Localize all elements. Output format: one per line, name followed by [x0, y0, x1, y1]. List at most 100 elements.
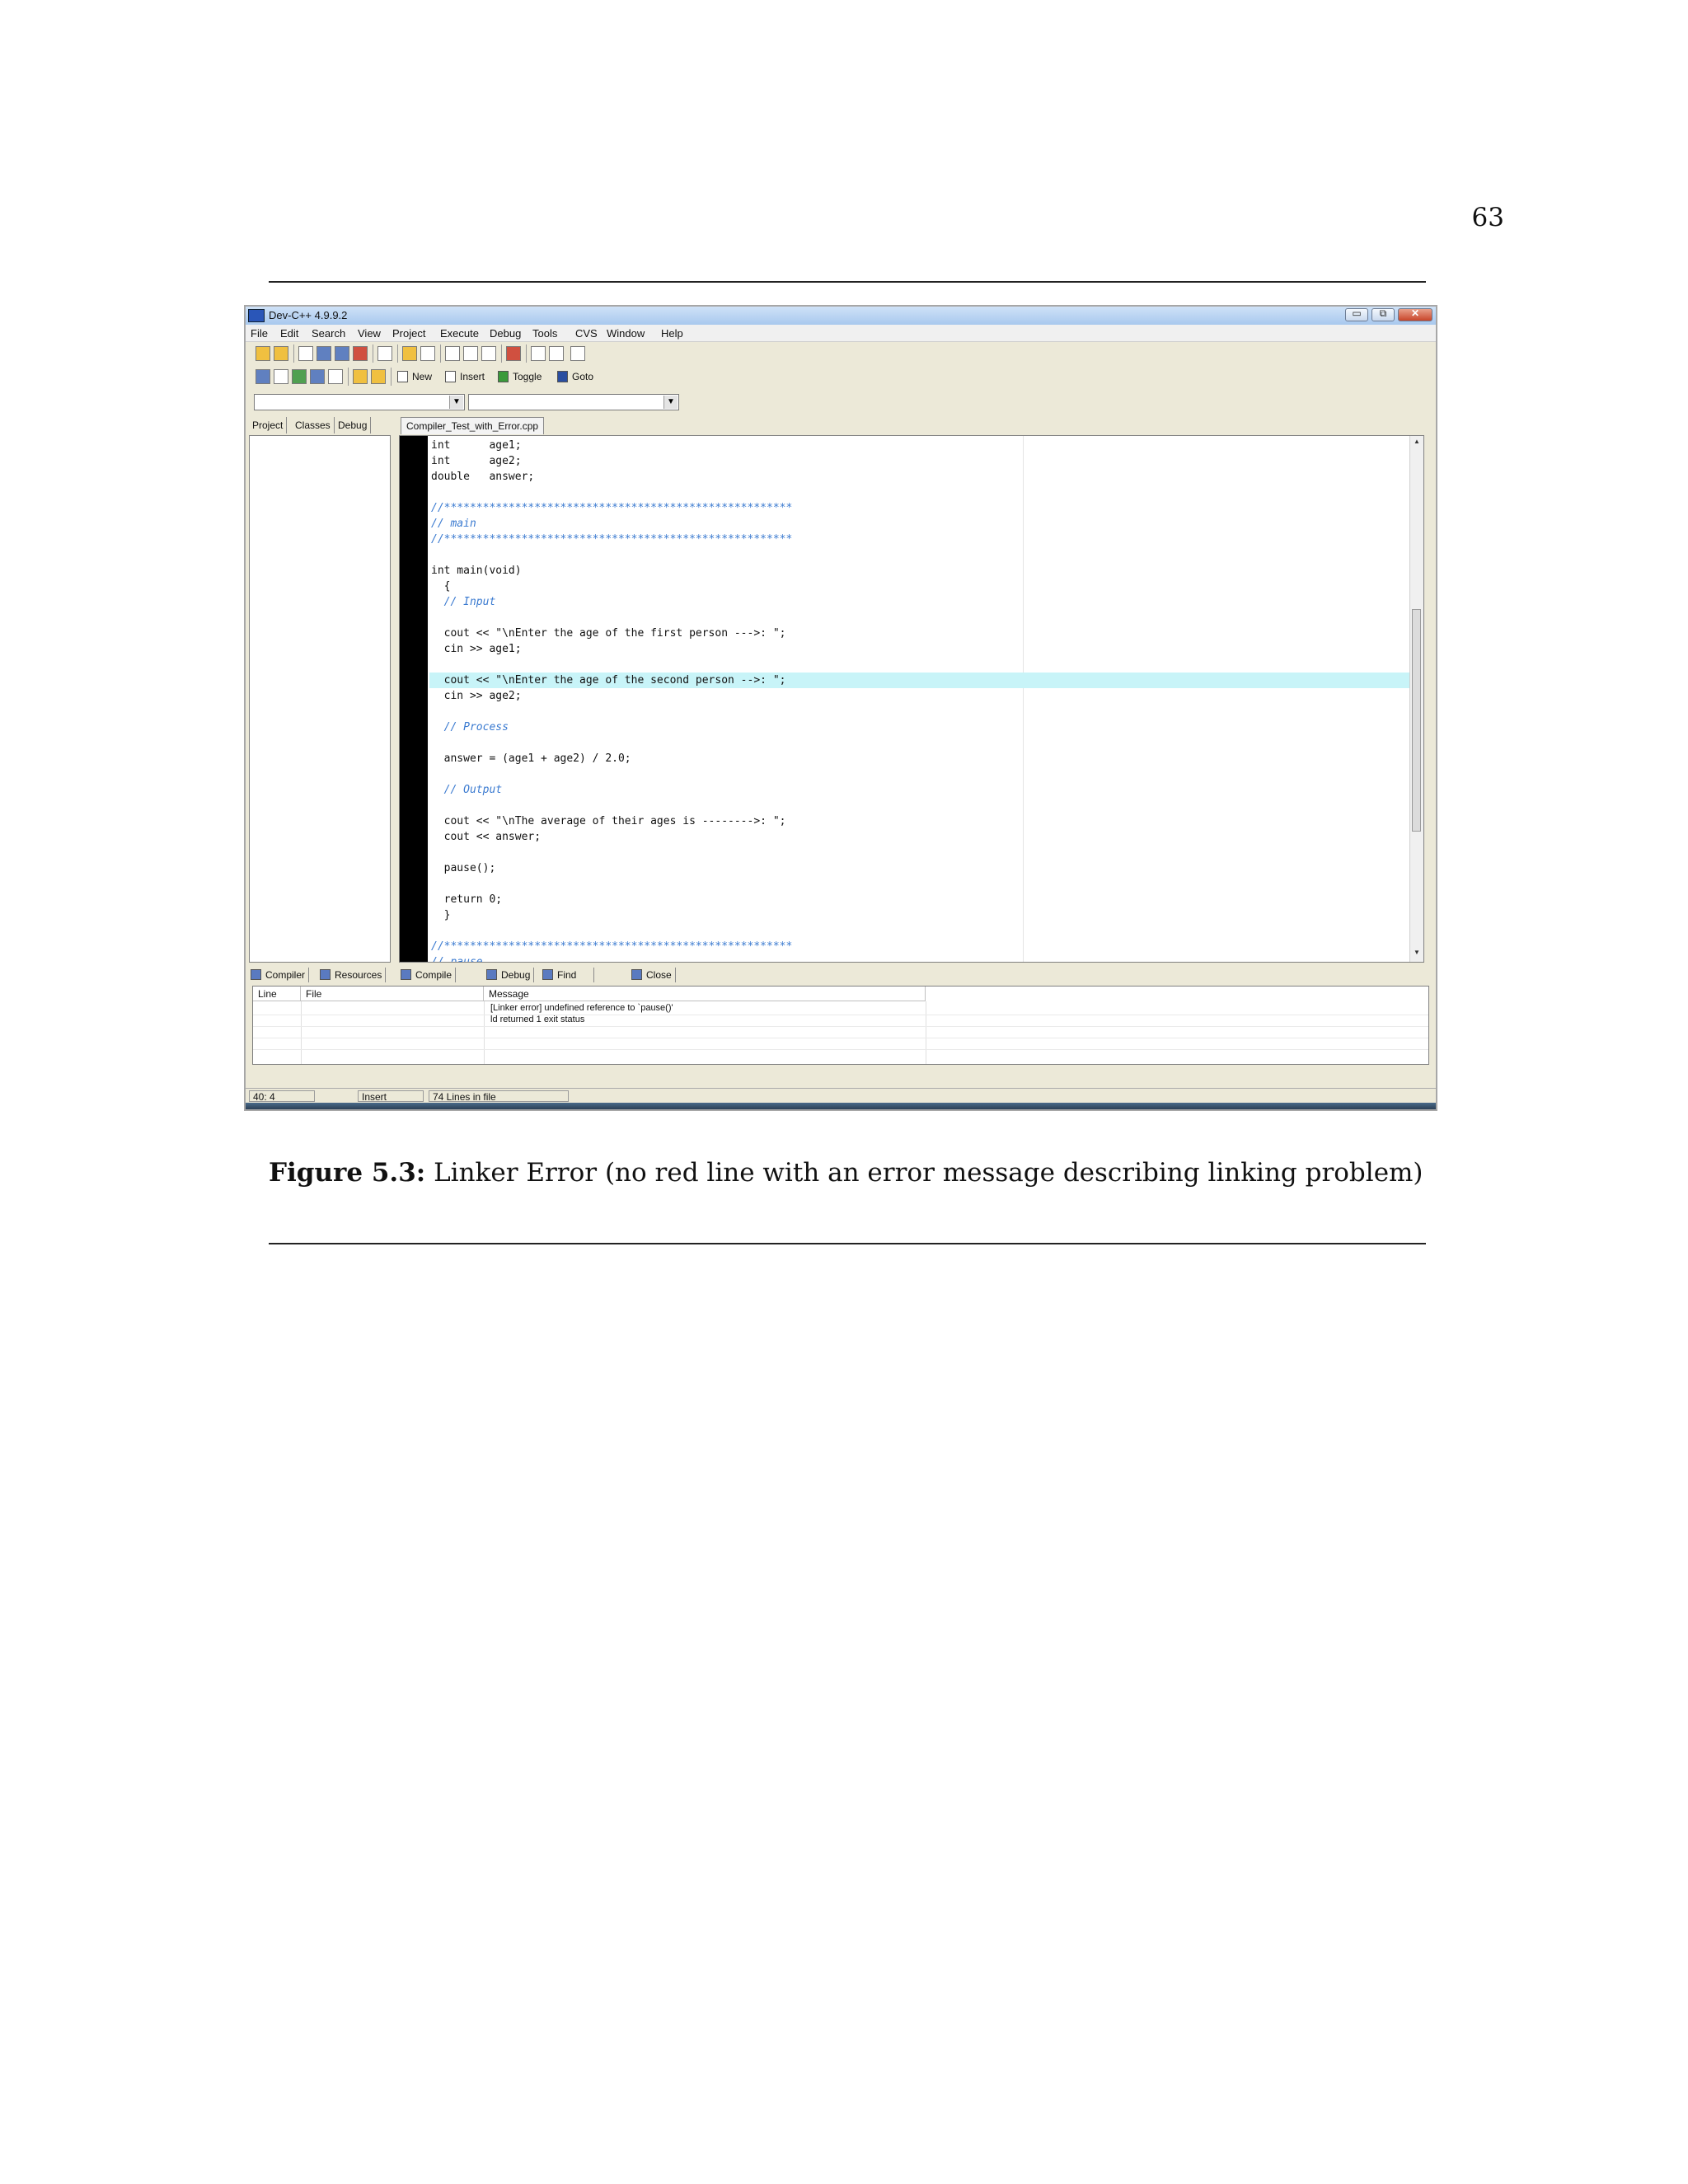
menu-file[interactable]: File	[251, 327, 268, 340]
code-line: int age1;	[431, 439, 522, 452]
code-line: cout << "\nEnter the age of the second p…	[431, 674, 786, 687]
rebuild-icon[interactable]	[310, 369, 325, 384]
caption-text: Linker Error (no red line with an error …	[434, 1158, 1423, 1188]
table-row[interactable]: [Linker error] undefined reference to `p…	[253, 1003, 1428, 1015]
scroll-thumb[interactable]	[1412, 609, 1421, 832]
menu-project[interactable]: Project	[392, 327, 425, 340]
run-icon[interactable]	[274, 369, 288, 384]
menu-tools[interactable]: Tools	[532, 327, 557, 340]
scroll-up-icon[interactable]: ▲	[1410, 438, 1423, 449]
close-file-icon[interactable]	[353, 346, 368, 361]
table-row[interactable]: ld returned 1 exit status	[253, 1015, 1428, 1027]
code-line: // Input	[431, 596, 496, 608]
toggle-button[interactable]: Toggle	[496, 369, 542, 384]
tab-classes[interactable]: Classes	[292, 417, 335, 434]
tb-sep	[348, 368, 349, 386]
code-line: int main(void)	[431, 565, 522, 577]
column-header-message[interactable]: Message	[484, 987, 926, 1001]
tab-compile-log[interactable]: Compile Log	[399, 968, 457, 996]
forward-icon[interactable]	[549, 346, 564, 361]
check-icon[interactable]	[328, 369, 343, 384]
table-row	[253, 1038, 1428, 1050]
resources-icon	[320, 969, 331, 980]
goto-label: Goto	[572, 371, 594, 382]
save-icon[interactable]	[316, 346, 331, 361]
tab-project[interactable]: Project	[249, 417, 288, 434]
find-icon[interactable]	[445, 346, 460, 361]
new-project-icon[interactable]	[274, 346, 288, 361]
code-line: cout << "\nEnter the age of the first pe…	[431, 627, 786, 640]
about-icon[interactable]	[371, 369, 386, 384]
goto-icon	[557, 371, 568, 382]
vertical-scrollbar[interactable]: ▲ ▼	[1409, 436, 1423, 962]
tab-resources[interactable]: Resources	[318, 968, 387, 982]
code-line: //**************************************…	[431, 533, 793, 546]
print-icon[interactable]	[377, 346, 392, 361]
menu-debug[interactable]: Debug	[490, 327, 521, 340]
column-header-file[interactable]: File	[301, 987, 484, 1001]
help-icon[interactable]	[353, 369, 368, 384]
file-tab[interactable]: Compiler_Test_with_Error.cpp	[401, 417, 545, 434]
project-panel[interactable]	[249, 435, 391, 963]
tab-close[interactable]: Close	[630, 968, 676, 982]
insert-button[interactable]: Insert	[443, 369, 485, 384]
code-line: answer = (age1 + age2) / 2.0;	[431, 752, 631, 765]
maximize-button[interactable]	[1372, 307, 1395, 321]
goto-button[interactable]: Goto	[556, 369, 593, 384]
tb-sep	[293, 344, 294, 363]
code-line: {	[431, 580, 451, 593]
menu-window[interactable]: Window	[607, 327, 645, 340]
code-editor[interactable]: int age1; int age2; double answer; //******…	[399, 435, 1424, 963]
main-toolbar	[249, 343, 661, 364]
menu-view[interactable]: View	[358, 327, 381, 340]
message-text: [Linker error] undefined reference to `p…	[490, 1003, 673, 1013]
secondary-toolbar: New Insert Toggle Goto	[249, 366, 661, 387]
code-line: // Process	[431, 721, 509, 733]
find-results-icon	[542, 969, 553, 980]
code-line: //**************************************…	[431, 502, 793, 514]
tab-find-results[interactable]: Find Results	[541, 968, 595, 996]
member-combo[interactable]: ▼	[468, 394, 679, 410]
title-bar: Dev-C++ 4.9.9.2	[246, 307, 1436, 326]
code-line: cout << "\nThe average of their ages is …	[431, 815, 786, 827]
tab-debug-output[interactable]: Debug	[485, 968, 535, 982]
goto-line-icon[interactable]	[506, 346, 521, 361]
save-all-icon[interactable]	[335, 346, 349, 361]
screenshot-window: Dev-C++ 4.9.9.2 File Edit Search View Pr…	[244, 305, 1437, 1111]
menu-help[interactable]: Help	[661, 327, 683, 340]
new-icon	[397, 371, 408, 382]
menu-execute[interactable]: Execute	[440, 327, 479, 340]
code-line: // pause	[431, 956, 483, 963]
tab-compiler[interactable]: Compiler	[249, 968, 310, 982]
insert-label: Insert	[460, 371, 485, 382]
scroll-down-icon[interactable]: ▼	[1410, 949, 1423, 960]
undo-icon[interactable]	[402, 346, 417, 361]
find-next-icon[interactable]	[481, 346, 496, 361]
code-line: double answer;	[431, 471, 535, 483]
compile-icon[interactable]	[256, 369, 270, 384]
close-button[interactable]	[1398, 307, 1432, 321]
open-project-icon[interactable]	[256, 346, 270, 361]
code-line: return 0;	[431, 893, 503, 906]
menu-search[interactable]: Search	[312, 327, 345, 340]
new-file-icon[interactable]	[298, 346, 313, 361]
tab-debug[interactable]: Debug	[335, 417, 372, 434]
minimize-button[interactable]	[1345, 307, 1368, 321]
compile-run-icon[interactable]	[292, 369, 307, 384]
class-combo[interactable]: ▼	[254, 394, 465, 410]
edit-mode: Insert	[358, 1090, 424, 1103]
menu-cvs[interactable]: CVS	[575, 327, 598, 340]
menu-bar: File Edit Search View Project Execute De…	[246, 325, 1436, 342]
menu-edit[interactable]: Edit	[280, 327, 298, 340]
code-line: // main	[431, 518, 476, 530]
figure-caption: Figure 5.3: Linker Error (no red line wi…	[269, 1158, 1423, 1188]
compiler-icon	[251, 969, 261, 980]
replace-icon[interactable]	[463, 346, 478, 361]
compile-run-icon[interactable]	[570, 346, 585, 361]
toggle-icon	[498, 371, 509, 382]
tab-label: Close	[646, 969, 672, 981]
column-header-line[interactable]: Line	[253, 987, 301, 1001]
redo-icon[interactable]	[420, 346, 435, 361]
new-button[interactable]: New	[396, 369, 432, 384]
back-icon[interactable]	[531, 346, 546, 361]
